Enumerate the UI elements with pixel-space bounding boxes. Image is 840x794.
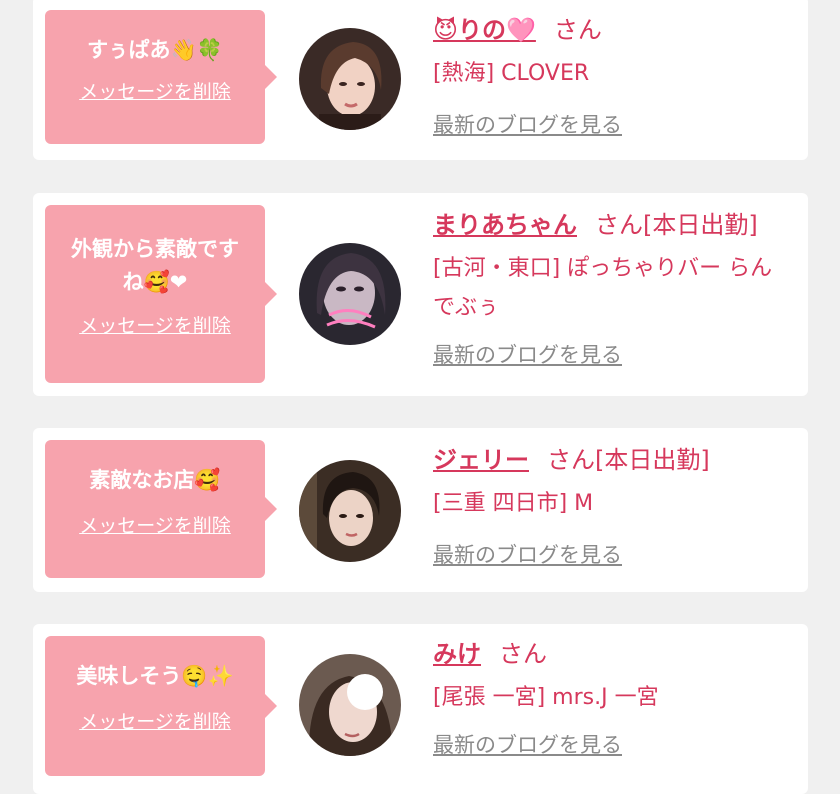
honorific: さん — [553, 16, 602, 44]
message-text: 美味しそう🤤✨ — [76, 664, 234, 688]
latest-blog-link[interactable]: 最新のブログを見る — [433, 109, 622, 139]
message-card: 美味しそう🤤✨ メッセージを削除 みけ さん [尾張 一宮] mrs.J 一宮 最… — [33, 624, 808, 794]
honorific: さん — [499, 640, 547, 668]
cast-name-link[interactable]: まりあちゃん — [433, 211, 577, 239]
latest-blog-link[interactable]: 最新のブログを見る — [433, 539, 622, 569]
avatar[interactable] — [299, 243, 401, 345]
message-text: 外観から素敵です ね🥰❤ — [71, 237, 239, 294]
shop-name: [古河・東口] ぽっちゃりバー らんでぶぅ — [433, 256, 773, 320]
message-card: すぅぱあ👋🍀 メッセージを削除 😈りの🩷 さん [熱海] CLOVER 最新のブロ… — [33, 0, 808, 160]
delete-message-link[interactable]: メッセージを削除 — [79, 707, 231, 734]
delete-message-link[interactable]: メッセージを削除 — [79, 511, 231, 538]
cast-name-row: ジェリー さん[本日出勤] — [433, 444, 788, 476]
message-card: 素敵なお店🥰 メッセージを削除 ジェリー さん[本日出勤] [三重 四日市] M … — [33, 428, 808, 592]
latest-blog-link[interactable]: 最新のブログを見る — [433, 339, 622, 369]
message-bubble: 外観から素敵です ね🥰❤ メッセージを削除 — [45, 205, 277, 383]
message-card: 外観から素敵です ね🥰❤ メッセージを削除 まりあちゃん さん[本日出勤] [古河… — [33, 193, 808, 396]
latest-blog-link[interactable]: 最新のブログを見る — [433, 729, 622, 759]
cast-info: ジェリー さん[本日出勤] [三重 四日市] M 最新のブログを見る — [433, 444, 788, 569]
delete-message-link[interactable]: メッセージを削除 — [79, 311, 231, 338]
message-bubble: 美味しそう🤤✨ メッセージを削除 — [45, 636, 277, 776]
avatar[interactable] — [299, 460, 401, 562]
message-bubble: すぅぱあ👋🍀 メッセージを削除 — [45, 10, 277, 144]
cast-name-link[interactable]: ジェリー — [433, 446, 529, 474]
cast-info: みけ さん [尾張 一宮] mrs.J 一宮 最新のブログを見る — [433, 638, 788, 759]
cast-name-link[interactable]: 😈りの🩷 — [433, 16, 536, 44]
cast-info: まりあちゃん さん[本日出勤] [古河・東口] ぽっちゃりバー らんでぶぅ 最新の… — [433, 209, 788, 369]
honorific: さん — [547, 446, 595, 474]
shop-name: [熱海] CLOVER — [433, 61, 590, 86]
cast-name-row: まりあちゃん さん[本日出勤] — [433, 209, 788, 241]
message-text: 素敵なお店🥰 — [89, 468, 221, 492]
shop-name: [尾張 一宮] mrs.J 一宮 — [433, 685, 659, 710]
cast-name-row: 😈りの🩷 さん — [433, 14, 788, 46]
cast-name-link[interactable]: みけ — [433, 640, 481, 668]
message-text: すぅぱあ👋🍀 — [87, 38, 223, 62]
work-status: [本日出勤] — [595, 446, 710, 474]
delete-message-link[interactable]: メッセージを削除 — [79, 77, 231, 104]
cast-info: 😈りの🩷 さん [熱海] CLOVER 最新のブログを見る — [433, 14, 788, 139]
message-bubble: 素敵なお店🥰 メッセージを削除 — [45, 440, 277, 578]
cast-name-row: みけ さん — [433, 638, 788, 670]
avatar[interactable] — [299, 654, 401, 756]
avatar[interactable] — [299, 28, 401, 130]
shop-name: [三重 四日市] M — [433, 491, 594, 516]
honorific: さん — [595, 211, 643, 239]
work-status: [本日出勤] — [643, 211, 758, 239]
